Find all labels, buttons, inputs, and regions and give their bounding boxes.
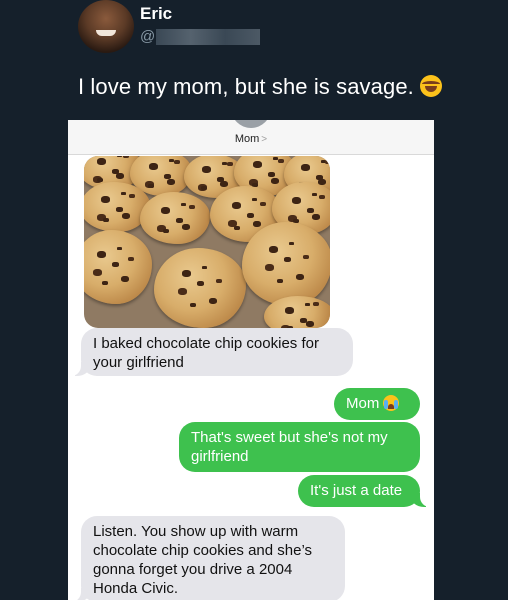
avatar[interactable] (78, 0, 134, 53)
message-bubble-outgoing[interactable]: Mom (334, 388, 420, 420)
cookies-photo[interactable] (84, 156, 330, 328)
message-text: That's sweet but she's not my girlfriend (191, 429, 388, 465)
laughing-crying-emoji-icon (419, 75, 442, 97)
chevron-right-icon: > (261, 134, 268, 145)
message-bubble-outgoing[interactable]: It's just a date (298, 475, 430, 507)
cookie (242, 222, 330, 306)
contact-avatar (231, 120, 271, 128)
message-bubble-incoming[interactable]: Listen. You show up with warm chocolate … (71, 516, 345, 600)
tweet-text-content: I love my mom, but she is savage. (78, 74, 414, 99)
cookie (84, 230, 152, 304)
message-text: I baked chocolate chip cookies for your … (93, 335, 319, 371)
author-handle[interactable]: @ (140, 28, 155, 45)
contact-name-label: Mom (234, 133, 260, 145)
avatar-smile (96, 30, 116, 36)
message-bubble-incoming[interactable]: I baked chocolate chip cookies for your … (71, 328, 353, 376)
cookie (264, 296, 330, 328)
message-text: Mom (346, 395, 380, 412)
message-bubble-outgoing[interactable]: That's sweet but she's not my girlfriend (179, 422, 420, 472)
messages-header: Mom > (68, 120, 434, 155)
author-name[interactable]: Eric (140, 4, 172, 24)
handle-redaction (156, 29, 260, 45)
message-text: It's just a date (310, 482, 403, 499)
contact-name: Mom > (68, 133, 434, 145)
tweet-text: I love my mom, but she is savage. (78, 74, 442, 100)
messages-screenshot[interactable]: Mom > I baked chocolate chip cookies for … (68, 120, 434, 600)
message-text: Listen. You show up with warm chocolate … (93, 523, 313, 597)
crying-face-emoji-icon (383, 395, 400, 411)
cookie (140, 192, 210, 244)
cookie (154, 248, 246, 328)
